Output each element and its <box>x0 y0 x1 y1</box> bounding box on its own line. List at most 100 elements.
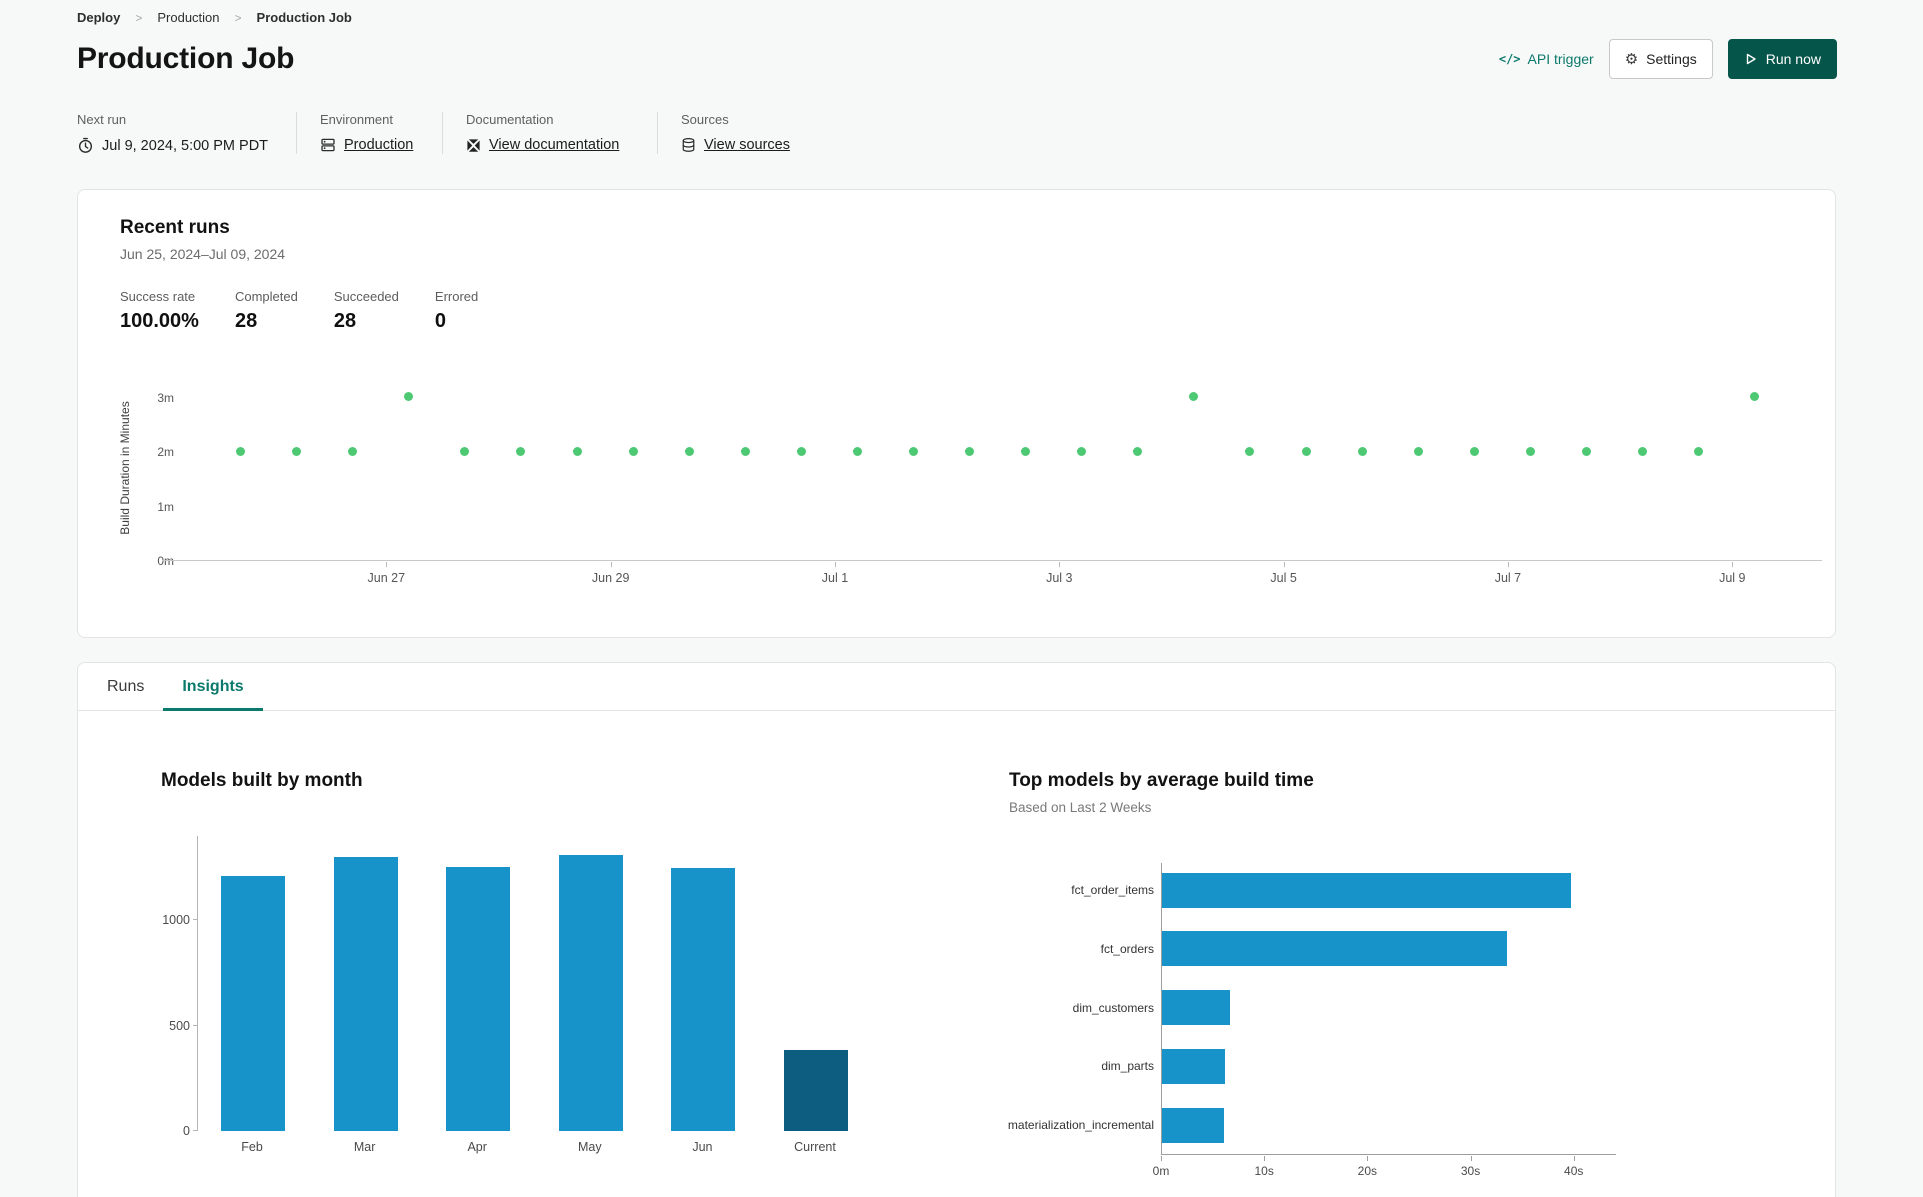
settings-button[interactable]: ⚙ Settings <box>1608 39 1713 79</box>
stat-value: 28 <box>333 310 357 332</box>
breadcrumb-separator-icon: > <box>135 10 143 25</box>
x-tick-mark <box>1161 1156 1162 1161</box>
stat-label: Completed <box>234 289 298 304</box>
run-duration-point[interactable] <box>404 392 414 402</box>
run-duration-point[interactable] <box>460 446 470 456</box>
environment-link[interactable]: Production <box>344 137 413 153</box>
x-tick-mark <box>834 562 836 567</box>
api-trigger-link[interactable]: </> API trigger <box>1499 51 1594 67</box>
page-title: Production Job <box>77 42 295 75</box>
x-tick-label: Jul 3 <box>1046 571 1073 585</box>
run-duration-point[interactable] <box>236 446 245 456</box>
run-duration-point[interactable] <box>1357 446 1367 456</box>
sources-group: Sources View sources <box>657 112 816 154</box>
run-duration-point[interactable] <box>348 446 358 456</box>
month-bar-feb[interactable] <box>221 876 285 1131</box>
run-duration-point[interactable] <box>292 446 302 456</box>
api-trigger-label: API trigger <box>1527 51 1594 67</box>
stat-errored: Errored 0 <box>435 289 478 333</box>
breadcrumb-production-job: Production Job <box>256 10 352 25</box>
run-duration-point[interactable] <box>1077 446 1087 456</box>
next-run-group: Next run Jul 9, 2024, 5:00 PM PDT <box>77 112 296 154</box>
run-duration-point[interactable] <box>1750 392 1760 402</box>
top-models-chart-title: Top models by average build time <box>1009 770 1314 791</box>
settings-label: Settings <box>1646 51 1697 67</box>
tab-insights[interactable]: Insights <box>163 663 264 711</box>
build-time-bar-dim_parts[interactable] <box>1162 1048 1225 1084</box>
month-bar-jun[interactable] <box>671 867 736 1131</box>
insights-card: Runs Insights Models built by month 0 500… <box>77 662 1836 1197</box>
run-duration-point[interactable] <box>628 446 638 456</box>
stat-completed: Completed 28 <box>235 289 298 333</box>
build-time-bar-dim_customers[interactable] <box>1162 990 1231 1026</box>
run-duration-point[interactable] <box>1133 446 1143 456</box>
model-name-label: fct_order_items <box>1071 883 1154 897</box>
run-duration-point[interactable] <box>1301 446 1311 456</box>
breadcrumb-production[interactable]: Production <box>157 10 219 25</box>
tab-runs[interactable]: Runs <box>88 663 163 710</box>
build-time-bar-fct_order_items[interactable] <box>1162 872 1571 908</box>
top-models-x-ticks: 0m 10s 20s 30s 40s <box>1153 1156 1661 1182</box>
x-category-label: May <box>577 1140 602 1154</box>
breadcrumb-separator-icon: > <box>234 10 242 25</box>
run-duration-point[interactable] <box>1525 446 1535 456</box>
run-duration-point[interactable] <box>1581 446 1591 456</box>
run-duration-point[interactable] <box>1638 446 1648 456</box>
y-tick-mark <box>193 1024 198 1026</box>
run-now-button[interactable]: Run now <box>1727 39 1837 79</box>
documentation-value: View documentation <box>466 137 631 153</box>
x-tick-label: Jul 7 <box>1494 571 1522 585</box>
run-duration-point[interactable] <box>852 446 862 456</box>
breadcrumb-deploy[interactable]: Deploy <box>77 10 120 25</box>
month-bar-mar[interactable] <box>333 857 398 1131</box>
stat-label: Succeeded <box>333 289 399 304</box>
month-bar-apr[interactable] <box>446 866 511 1131</box>
run-duration-point[interactable] <box>1413 446 1423 456</box>
documentation-group: Documentation View documentation <box>442 112 657 154</box>
run-duration-point[interactable] <box>796 446 806 456</box>
stat-value: 0 <box>434 310 447 332</box>
x-tick-label: 0m <box>1152 1164 1170 1178</box>
run-duration-point[interactable] <box>516 446 526 456</box>
gear-icon: ⚙ <box>1624 50 1639 68</box>
run-duration-point[interactable] <box>740 446 750 456</box>
run-duration-point[interactable] <box>1694 446 1704 456</box>
view-documentation-link[interactable]: View documentation <box>489 137 619 153</box>
stat-label: Errored <box>434 289 479 304</box>
recent-runs-stats: Success rate 100.00% Completed 28 Succee… <box>120 289 478 333</box>
clock-icon <box>77 137 94 154</box>
page-header: Production Job </> API trigger ⚙ Setting… <box>77 38 1837 80</box>
top-models-chart-subtitle: Based on Last 2 Weeks <box>1009 800 1152 815</box>
build-time-bar-materialization_incremental[interactable] <box>1162 1107 1224 1143</box>
run-duration-point[interactable] <box>1469 446 1479 456</box>
run-duration-point[interactable] <box>684 446 694 456</box>
run-duration-point[interactable] <box>965 446 975 456</box>
x-tick-label: 10s <box>1254 1164 1274 1178</box>
view-sources-link[interactable]: View sources <box>704 137 790 153</box>
y-tick-label: 0 <box>183 1124 190 1138</box>
x-category-label: Mar <box>353 1140 376 1154</box>
run-duration-point[interactable] <box>1245 446 1255 456</box>
x-tick-label: Jul 1 <box>821 571 849 585</box>
x-tick-mark <box>1732 562 1734 567</box>
x-category-label: Feb <box>241 1140 263 1154</box>
y-tick-label: 500 <box>169 1018 190 1033</box>
x-tick-mark <box>1264 1156 1266 1161</box>
build-time-bar-fct_orders[interactable] <box>1162 931 1507 967</box>
x-tick-label: Jun 29 <box>591 571 630 585</box>
scatter-plot-area <box>162 375 1822 561</box>
month-bar-may[interactable] <box>558 854 623 1131</box>
production-job-page: Deploy > Production > Production Job Pro… <box>0 0 1923 1197</box>
x-tick-label: 30s <box>1460 1164 1481 1178</box>
stat-succeeded: Succeeded 28 <box>334 289 399 333</box>
sources-value: View sources <box>681 137 790 153</box>
stat-label: Success rate <box>120 289 196 304</box>
y-tick-mark <box>193 1130 198 1131</box>
run-duration-point[interactable] <box>908 446 918 456</box>
environment-value: Production <box>320 137 416 153</box>
model-name-label: materialization_incremental <box>1007 1118 1154 1133</box>
run-duration-point[interactable] <box>572 446 582 456</box>
x-tick-mark <box>1283 562 1285 567</box>
run-duration-point[interactable] <box>1189 392 1199 402</box>
run-duration-point[interactable] <box>1021 446 1031 456</box>
